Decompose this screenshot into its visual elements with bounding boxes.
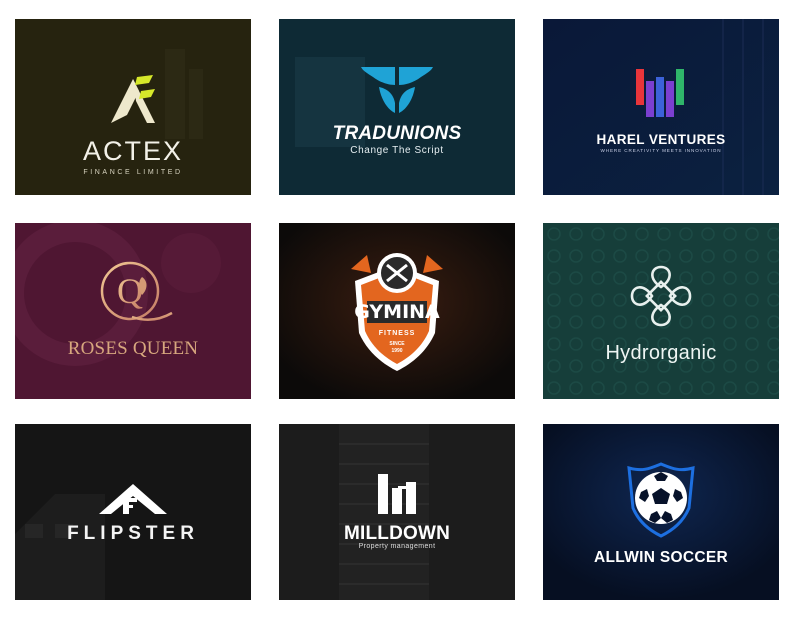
soccer-shield-icon (627, 462, 695, 538)
gym-year-label: 1990 (391, 348, 402, 354)
logo-tile-actex[interactable]: ACTEX FINANCE LIMITED (15, 19, 251, 195)
gym-shield-icon: GYMINA FITNESS SINCE 1990 (351, 253, 443, 371)
brand-name: ACTEX (82, 136, 184, 166)
brand-name: ROSES QUEEN (67, 338, 199, 359)
logo-tile-gymina[interactable]: GYMINA FITNESS SINCE 1990 (279, 223, 515, 399)
brand-name: FLIPSTER (67, 523, 199, 544)
gym-badge-label: FITNESS (379, 330, 416, 337)
brand-name: TRADUNIONS (332, 123, 462, 144)
logo-tile-milldown[interactable]: MILLDOWN Property management (279, 424, 515, 600)
roses-queen-q-icon: Q (100, 261, 173, 321)
actex-a-icon (111, 75, 155, 123)
brand-name: ALLWIN SOCCER (594, 549, 728, 566)
brand-tagline: FINANCE LIMITED (83, 169, 183, 176)
gym-since-label: SINCE (389, 341, 405, 347)
celtic-knot-icon (630, 265, 692, 327)
building-icon (378, 474, 416, 514)
logo-tile-flipster[interactable]: FLIPSTER (15, 424, 251, 600)
svg-text:Q: Q (117, 271, 143, 311)
brand-name: Hydrorganic (605, 342, 717, 364)
brand-tagline: Change The Script (350, 145, 444, 156)
brand-name: MILLDOWN (343, 523, 451, 544)
brand-name: HAREL VENTURES (596, 132, 726, 147)
logo-tile-tradunions[interactable]: TRADUNIONS Change The Script (279, 19, 515, 195)
brand-tagline: WHERE CREATIVITY MEETS INNOVATION (600, 148, 722, 153)
brand-tagline: Property management (358, 543, 436, 550)
logo-tile-harel-ventures[interactable]: HAREL VENTURES WHERE CREATIVITY MEETS IN… (543, 19, 779, 195)
harel-bars-icon (636, 69, 684, 117)
gymina-wordmark: GYMINA (354, 301, 440, 323)
tradunions-wings-icon (361, 67, 433, 113)
logo-tile-allwin-soccer[interactable]: ALLWIN SOCCER (543, 424, 779, 600)
logo-tile-hydrorganic[interactable]: Hydrorganic (543, 223, 779, 399)
logo-tile-roses-queen[interactable]: Q ROSES QUEEN (15, 223, 251, 399)
flipster-roof-icon (99, 484, 167, 514)
